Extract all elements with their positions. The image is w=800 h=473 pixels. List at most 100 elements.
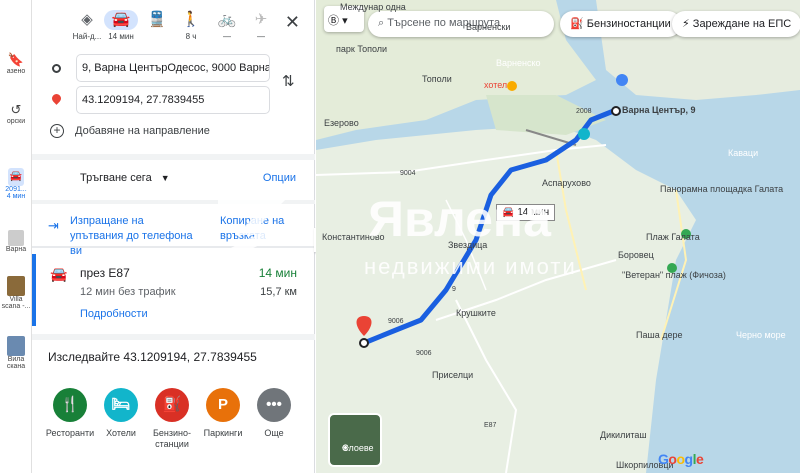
chip-gas-stations[interactable]: ⛽ Бензиностанции [560,11,681,37]
send-phone-icon: ⇥ [48,218,59,233]
depart-label: Тръгване сега [80,172,152,184]
search-route-input[interactable]: ⌕ Търсене по маршрута [368,11,554,37]
car-icon: 🚘 [502,207,515,218]
map-label: Панорамна площадка Галата [660,184,784,194]
divider [32,246,315,248]
category-gas[interactable]: ⛽ Бензино-станции [146,388,198,450]
route-options-icon: Ⓑ [328,15,339,27]
car-icon: 🚘 [104,10,138,30]
mode-walk-label: 8 ч [185,32,197,41]
send-to-phone-link[interactable]: ⇥ Изпращане на упътвания до телефона ви [48,214,200,259]
plane-icon: ✈ [254,11,268,28]
map-label: Варненски [466,22,511,32]
mode-best[interactable]: ◈ Най-д... [70,10,104,41]
explore-title: Изследвайте 43.1209194, 27.7839455 [48,350,257,364]
map-canvas[interactable]: Ⓑ ▾ ⌕ Търсене по маршрута ⛽ Бензиностанц… [316,0,800,473]
trip1-sub: 4 мин [6,193,26,200]
map-graphic [316,0,800,473]
travel-modes: ◈ Най-д... 🚘 14 мин 🚆 🚶 8 ч 🚲 — ✈ — [32,10,315,46]
plus-icon: + [50,124,64,138]
mode-car[interactable]: 🚘 14 мин [104,10,138,41]
divider [32,200,315,204]
diamond-route-icon: ◈ [81,11,93,28]
destination-pin-icon [50,92,63,105]
caret-down-icon: ▼ [160,173,170,183]
origin-input[interactable]: 9, Варна ЦентърОдесос, 9000 Варна [76,54,270,82]
mode-car-label: 14 мин [108,32,134,41]
map-label: Аспарухово [542,178,591,188]
add-destination-button[interactable]: + Добавяне на направление [50,124,210,138]
recent-rail-item[interactable]: ↺ орски [0,102,32,125]
layers-button[interactable]: ◈ Слоеве [328,413,382,467]
map-label: Константиново [322,232,385,242]
chip-label: Зареждане на ЕПС [692,18,792,30]
mode-transit[interactable]: 🚆 [140,10,174,30]
bed-icon: 🛏 [104,388,138,422]
road-label: 9006 [416,350,432,357]
travel-time-callout[interactable]: 🚘 14 мин [496,204,556,221]
trip1-rail-item[interactable]: 🚘 2091... 4 мин [0,168,32,200]
send-label: Изпращане на упътвания до телефона ви [70,215,193,257]
left-rail: 🔖 азено ↺ орски 🚘 2091... 4 мин Варна Vi… [0,0,32,473]
mode-bike-label: — [223,32,231,41]
mode-flight-label: — [257,32,265,41]
gas-pump-icon: ⛽ [155,388,189,422]
road-label: E87 [484,422,497,429]
category-hotels[interactable]: 🛏 Хотели [95,388,147,439]
destination-input[interactable]: 43.1209194, 27.7839455 [76,86,270,114]
map-label: Черно море [736,330,786,340]
bike-icon: 🚲 [217,11,237,28]
depart-dropdown[interactable]: Тръгване сега ▼ [80,172,170,184]
map-label: парк Тополи [336,44,388,54]
road-label: 9006 [388,318,404,325]
road-label: 9 [452,286,456,293]
map-label: Каваци [728,148,759,158]
map-label: Варна Център, 9 [622,105,696,115]
swap-icon[interactable]: ⇅ [282,72,295,90]
caret-down-icon: ▾ [342,15,348,27]
history-icon: ↺ [10,102,22,117]
route-option[interactable]: 🚘 през E87 14 мин 12 мин без трафик 15,7… [32,254,315,326]
car-icon: 🚘 [50,266,68,282]
close-icon[interactable]: ✕ [285,12,300,33]
map-label: Паша дере [636,330,683,340]
fork-knife-icon: 🍴 [53,388,87,422]
map-label: Варненско [496,58,541,68]
train-icon: 🚆 [147,11,167,28]
ev-charging-icon: ⚡ [682,18,690,30]
category-more[interactable]: ••• Още [248,388,300,439]
category-label: Паркинги [203,428,243,438]
divider [32,334,315,340]
route-distance: 15,7 км [260,286,297,298]
trip3-rail-item[interactable]: Villa scana -... [0,276,32,310]
trip4-label: Вила [7,356,25,363]
trip4-rail-item[interactable]: Вила скана [0,336,32,370]
bookmark-icon: 🔖 [7,52,25,67]
chip-ev-charging[interactable]: ⚡ Зареждане на ЕПС [672,11,800,37]
recent-label: орски [6,118,26,125]
parking-icon: P [206,388,240,422]
directions-panel: ◈ Най-д... 🚘 14 мин 🚆 🚶 8 ч 🚲 — ✈ — ✕ 9,… [32,0,315,473]
options-link[interactable]: Опции [263,172,296,184]
car-icon: 🚘 [8,168,24,186]
route-time: 14 мин [258,266,297,280]
road-label: 9004 [400,170,416,177]
gas-pump-icon: ⛽ [570,18,584,30]
copy-link[interactable]: Копиране на връзката [220,214,300,244]
directions-thumb [8,230,24,246]
villa2-thumb [7,336,25,356]
map-label: Крушките [456,308,496,318]
category-parking[interactable]: P Паркинги [197,388,249,439]
route-details-link[interactable]: Подробности [80,308,148,320]
category-restaurants[interactable]: 🍴 Ресторанти [44,388,96,439]
trip2-rail-item[interactable]: Варна [0,230,32,253]
category-label: Хотели [106,428,136,438]
saved-rail-item[interactable]: 🔖 азено [0,52,32,75]
mode-bike[interactable]: 🚲 — [210,10,244,41]
mode-walk[interactable]: 🚶 8 ч [174,10,208,41]
mode-flight[interactable]: ✈ — [244,10,278,41]
route-no-traffic: 12 мин без трафик [80,286,176,298]
map-label: хотел [484,80,508,90]
trip4-sub: скана [6,363,26,370]
chip-label: Бензиностанции [586,18,671,30]
